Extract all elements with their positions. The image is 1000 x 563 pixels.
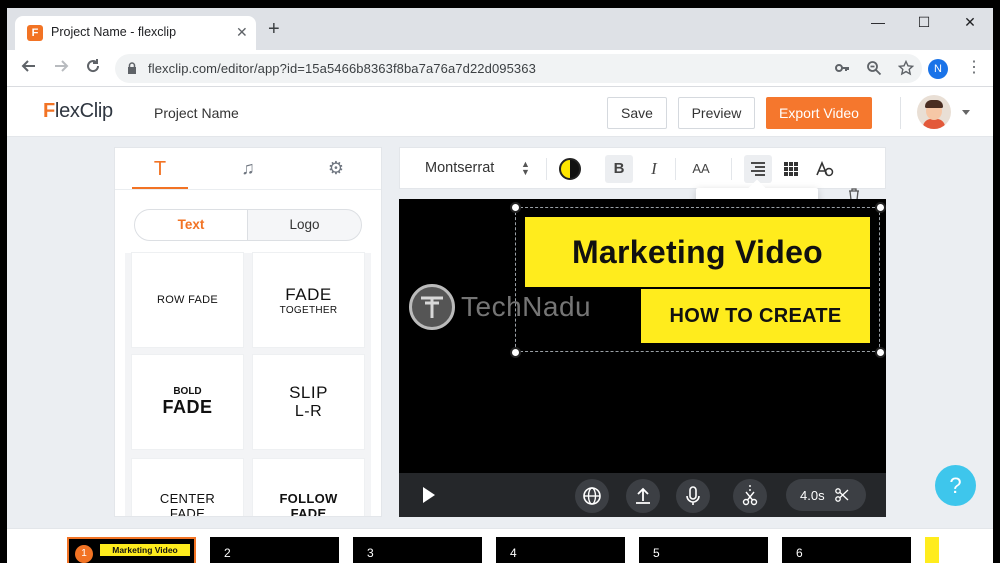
chevron-down-icon[interactable] bbox=[962, 110, 970, 115]
grid-icon[interactable] bbox=[777, 155, 805, 183]
resize-handle[interactable] bbox=[510, 202, 521, 213]
text-templates-panel: T ♫ ⚙ Text Logo ROW FADE FADE TOGETHER B… bbox=[114, 147, 382, 517]
music-tab-icon[interactable]: ♫ bbox=[220, 158, 276, 179]
address-bar[interactable]: flexclip.com/editor/app?id=15a5466b8363f… bbox=[115, 54, 922, 83]
scene-4[interactable]: 4 bbox=[496, 537, 625, 563]
scene-6[interactable]: 6 bbox=[782, 537, 911, 563]
zoom-icon[interactable] bbox=[866, 60, 882, 79]
reload-icon[interactable] bbox=[82, 58, 104, 79]
close-window-button[interactable]: ✕ bbox=[955, 14, 985, 31]
save-button[interactable]: Save bbox=[607, 97, 667, 129]
scene-3[interactable]: 3 bbox=[353, 537, 482, 563]
scene-thumbnail-text: Marketing Video bbox=[100, 544, 190, 556]
scene-timeline: 1 Marketing Video 2 3 4 5 6 bbox=[7, 528, 993, 563]
back-icon[interactable] bbox=[18, 58, 40, 79]
profile-avatar[interactable]: N bbox=[928, 59, 948, 79]
key-icon[interactable] bbox=[834, 60, 850, 79]
template-slip-lr[interactable]: SLIP L-R bbox=[253, 355, 364, 449]
browser-toolbar: flexclip.com/editor/app?id=15a5466b8363f… bbox=[7, 50, 993, 87]
duration-control[interactable]: 4.0s bbox=[786, 479, 866, 511]
resize-handle[interactable] bbox=[510, 347, 521, 358]
text-logo-toggle: Text Logo bbox=[134, 209, 362, 241]
settings-tab-icon[interactable]: ⚙ bbox=[308, 158, 364, 179]
user-avatar[interactable] bbox=[917, 95, 951, 129]
maximize-button[interactable]: ☐ bbox=[909, 14, 939, 31]
tab-strip: F Project Name - flexclip ✕ + — ☐ ✕ bbox=[7, 8, 993, 50]
duration-value: 4.0s bbox=[800, 488, 825, 503]
active-tab-underline bbox=[132, 187, 188, 189]
template-grid: ROW FADE FADE TOGETHER BOLD FADE SLIP L-… bbox=[125, 253, 371, 516]
preview-button[interactable]: Preview bbox=[678, 97, 755, 129]
split-scissors-icon[interactable] bbox=[733, 479, 767, 513]
text-toolbar: Montserrat ▲ ▼ B I AA bbox=[399, 147, 886, 189]
scene-2[interactable]: 2 bbox=[210, 537, 339, 563]
resize-handle[interactable] bbox=[875, 347, 886, 358]
globe-icon[interactable] bbox=[575, 479, 609, 513]
scene-number: 1 bbox=[75, 545, 93, 563]
minimize-button[interactable]: — bbox=[863, 14, 893, 30]
project-name[interactable]: Project Name bbox=[154, 105, 239, 121]
browser-menu-icon[interactable]: ⋮ bbox=[966, 57, 982, 77]
logo-segment[interactable]: Logo bbox=[248, 210, 361, 240]
upload-icon[interactable] bbox=[626, 479, 660, 513]
browser-window: F Project Name - flexclip ✕ + — ☐ ✕ flex… bbox=[7, 8, 993, 563]
header-divider bbox=[900, 97, 901, 129]
help-button[interactable]: ? bbox=[935, 465, 976, 506]
flexclip-logo[interactable]: FlexClip bbox=[43, 100, 113, 123]
play-icon[interactable] bbox=[423, 487, 435, 503]
tab-title: Project Name - flexclip bbox=[51, 25, 177, 39]
video-canvas[interactable]: TechNadu Marketing Video HOW TO CREATE 4… bbox=[399, 199, 886, 517]
new-tab-button[interactable]: + bbox=[268, 19, 280, 39]
forward-icon[interactable] bbox=[50, 58, 72, 79]
template-row-fade[interactable]: ROW FADE bbox=[132, 253, 243, 347]
panel-tabs: T ♫ ⚙ bbox=[115, 148, 381, 190]
text-segment[interactable]: Text bbox=[135, 210, 248, 240]
bookmark-star-icon[interactable] bbox=[897, 59, 915, 79]
scene-5[interactable]: 5 bbox=[639, 537, 768, 563]
tab-close-icon[interactable]: ✕ bbox=[236, 24, 248, 41]
scissors-icon[interactable] bbox=[835, 488, 849, 502]
microphone-icon[interactable] bbox=[676, 479, 710, 513]
browser-tab[interactable]: F Project Name - flexclip ✕ bbox=[15, 16, 256, 50]
selection-box[interactable] bbox=[515, 207, 880, 352]
template-fade-together[interactable]: FADE TOGETHER bbox=[253, 253, 364, 347]
bold-button[interactable]: B bbox=[605, 155, 633, 183]
font-select-arrows-icon[interactable]: ▲ ▼ bbox=[521, 160, 530, 177]
lock-icon bbox=[128, 62, 136, 74]
template-center-fade[interactable]: CENTER FADE bbox=[132, 459, 243, 516]
scene-1[interactable]: 1 Marketing Video bbox=[67, 537, 196, 563]
technadu-logo-icon bbox=[409, 284, 455, 330]
text-effect-icon[interactable] bbox=[811, 155, 839, 183]
align-right-icon[interactable] bbox=[744, 155, 772, 183]
app-header: FlexClip Project Name Save Preview Expor… bbox=[7, 87, 993, 137]
playback-controls: 4.0s bbox=[399, 473, 886, 517]
italic-button[interactable]: I bbox=[640, 155, 668, 183]
resize-handle[interactable] bbox=[875, 202, 886, 213]
text-tab-icon[interactable]: T bbox=[132, 158, 188, 181]
template-follow-fade[interactable]: FOLLOW FADE bbox=[253, 459, 364, 516]
url-text: flexclip.com/editor/app?id=15a5466b8363f… bbox=[148, 61, 536, 76]
template-bold-fade[interactable]: BOLD FADE bbox=[132, 355, 243, 449]
flexclip-favicon-icon: F bbox=[27, 25, 43, 41]
font-select[interactable]: Montserrat bbox=[425, 160, 494, 176]
font-size-button[interactable]: AA bbox=[687, 155, 715, 183]
scene-7-partial[interactable] bbox=[925, 537, 939, 563]
text-color-picker[interactable] bbox=[559, 158, 581, 180]
export-video-button[interactable]: Export Video bbox=[766, 97, 872, 129]
